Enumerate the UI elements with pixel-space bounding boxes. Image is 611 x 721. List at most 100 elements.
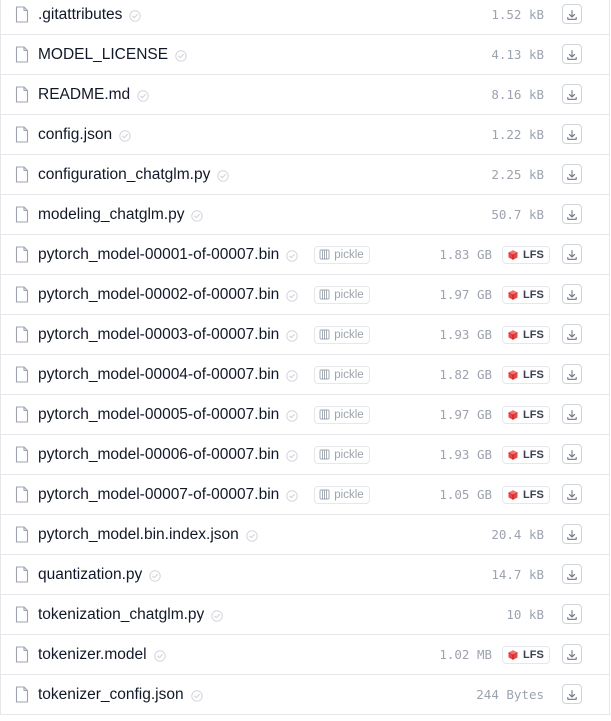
download-button[interactable] <box>562 284 582 304</box>
file-row[interactable]: pytorch_model-00005-of-00007.bin pickle 1.… <box>1 394 609 434</box>
pickle-badge[interactable]: pickle <box>314 285 370 304</box>
download-button[interactable] <box>562 324 582 344</box>
file-name-link[interactable]: pytorch_model-00001-of-00007.bin <box>38 246 279 264</box>
lfs-icon <box>507 649 519 661</box>
file-row[interactable]: configuration_chatglm.py 2.25 kB <box>1 154 609 194</box>
file-row[interactable]: tokenizer_config.json 244 Bytes <box>1 674 609 714</box>
lfs-badge: LFS <box>502 646 550 664</box>
file-name-link[interactable]: pytorch_model-00004-of-00007.bin <box>38 366 279 384</box>
file-row[interactable]: README.md 8.16 kB <box>1 74 609 114</box>
file-row[interactable]: pytorch_model-00002-of-00007.bin pickle 1.… <box>1 274 609 314</box>
download-icon <box>566 248 578 260</box>
lfs-icon <box>507 489 519 501</box>
file-name-link[interactable]: config.json <box>38 126 112 144</box>
file-icon <box>15 46 29 63</box>
pickle-badge[interactable]: pickle <box>314 445 370 464</box>
file-name-link[interactable]: modeling_chatglm.py <box>38 206 184 224</box>
download-icon <box>566 48 578 60</box>
file-name-link[interactable]: pytorch_model-00002-of-00007.bin <box>38 286 279 304</box>
download-button[interactable] <box>562 564 582 584</box>
download-button[interactable] <box>562 84 582 104</box>
download-button[interactable] <box>562 124 582 144</box>
file-name-link[interactable]: README.md <box>38 86 130 104</box>
shield-check-icon <box>137 89 149 102</box>
download-button[interactable] <box>562 524 582 544</box>
file-icon <box>15 526 29 543</box>
download-icon <box>566 328 578 340</box>
download-button[interactable] <box>562 244 582 264</box>
pickle-label: pickle <box>334 248 364 261</box>
file-name-group: pytorch_model-00001-of-00007.bin pickle <box>38 235 370 274</box>
file-row[interactable]: modeling_chatglm.py 50.7 kB <box>1 194 609 234</box>
pickle-icon <box>319 489 330 500</box>
pickle-badge[interactable]: pickle <box>314 365 370 384</box>
download-button[interactable] <box>562 484 582 504</box>
file-row[interactable]: pytorch_model.bin.index.json 20.4 kB <box>1 514 609 554</box>
download-button[interactable] <box>562 684 582 704</box>
pickle-icon <box>319 449 330 460</box>
lfs-icon <box>507 449 519 461</box>
lfs-label: LFS <box>523 489 544 501</box>
lfs-badge: LFS <box>502 406 550 424</box>
file-name-link[interactable]: configuration_chatglm.py <box>38 166 210 184</box>
file-name-link[interactable]: tokenizer.model <box>38 646 147 664</box>
file-row[interactable]: pytorch_model-00003-of-00007.bin pickle 1.… <box>1 314 609 354</box>
shield-check-icon <box>286 449 298 462</box>
file-name-link[interactable]: tokenization_chatglm.py <box>38 606 204 624</box>
file-name-link[interactable]: pytorch_model-00003-of-00007.bin <box>38 326 279 344</box>
file-icon <box>15 286 29 303</box>
download-button[interactable] <box>562 204 582 224</box>
shield-check-icon <box>191 209 204 222</box>
pickle-badge[interactable]: pickle <box>314 245 370 264</box>
lfs-label: LFS <box>523 369 544 381</box>
lfs-badge: LFS <box>502 286 550 304</box>
file-row[interactable]: pytorch_model-00001-of-00007.bin pickle 1.… <box>1 234 609 274</box>
file-name-link[interactable]: pytorch_model-00005-of-00007.bin <box>38 406 279 424</box>
lfs-badge: LFS <box>502 446 550 464</box>
lfs-icon <box>507 409 519 421</box>
file-name-link[interactable]: pytorch_model.bin.index.json <box>38 526 239 544</box>
lfs-label: LFS <box>523 409 544 421</box>
file-name-link[interactable]: pytorch_model-00007-of-00007.bin <box>38 486 279 504</box>
file-size: 1.93 GB <box>439 447 492 462</box>
download-button[interactable] <box>562 364 582 384</box>
lfs-label: LFS <box>523 649 544 661</box>
shield-check-icon <box>286 329 298 342</box>
file-row[interactable]: .gitattributes 1.52 kB <box>1 0 609 34</box>
download-button[interactable] <box>562 4 582 24</box>
file-row[interactable]: pytorch_model-00004-of-00007.bin pickle 1.… <box>1 354 609 394</box>
pickle-badge[interactable]: pickle <box>314 405 370 424</box>
file-name-group: modeling_chatglm.py <box>38 195 204 234</box>
file-row[interactable]: tokenizer.model 1.02 MB LFS <box>1 634 609 674</box>
download-button[interactable] <box>562 644 582 664</box>
file-row[interactable]: config.json 1.22 kB <box>1 114 609 154</box>
file-row[interactable]: quantization.py 14.7 kB <box>1 554 609 594</box>
file-size: 8.16 kB <box>491 87 544 102</box>
shield-check-icon <box>211 609 223 622</box>
file-row[interactable]: tokenization_chatglm.py 10 kB <box>1 594 609 634</box>
download-icon <box>566 448 578 460</box>
file-name-link[interactable]: quantization.py <box>38 566 142 584</box>
file-row[interactable]: pytorch_model-00006-of-00007.bin pickle 1.… <box>1 434 609 474</box>
download-button[interactable] <box>562 44 582 64</box>
file-row[interactable]: pytorch_model-00007-of-00007.bin pickle 1.… <box>1 474 609 514</box>
file-name-link[interactable]: .gitattributes <box>38 6 122 24</box>
file-name-link[interactable]: tokenizer_config.json <box>38 686 184 704</box>
download-button[interactable] <box>562 604 582 624</box>
download-button[interactable] <box>562 404 582 424</box>
download-button[interactable] <box>562 164 582 184</box>
pickle-badge[interactable]: pickle <box>314 325 370 344</box>
file-name-group: configuration_chatglm.py <box>38 155 230 194</box>
file-row[interactable]: MODEL_LICENSE 4.13 kB <box>1 34 609 74</box>
file-icon <box>15 86 29 103</box>
shield-check-icon <box>246 529 258 542</box>
download-button[interactable] <box>562 444 582 464</box>
file-icon <box>15 686 29 703</box>
file-name-link[interactable]: MODEL_LICENSE <box>38 46 168 64</box>
pickle-badge[interactable]: pickle <box>314 485 370 504</box>
pickle-label: pickle <box>334 328 364 341</box>
download-icon <box>566 368 578 380</box>
file-name-group: pytorch_model-00005-of-00007.bin pickle <box>38 395 370 434</box>
file-name-link[interactable]: pytorch_model-00006-of-00007.bin <box>38 446 279 464</box>
download-icon <box>566 88 578 100</box>
